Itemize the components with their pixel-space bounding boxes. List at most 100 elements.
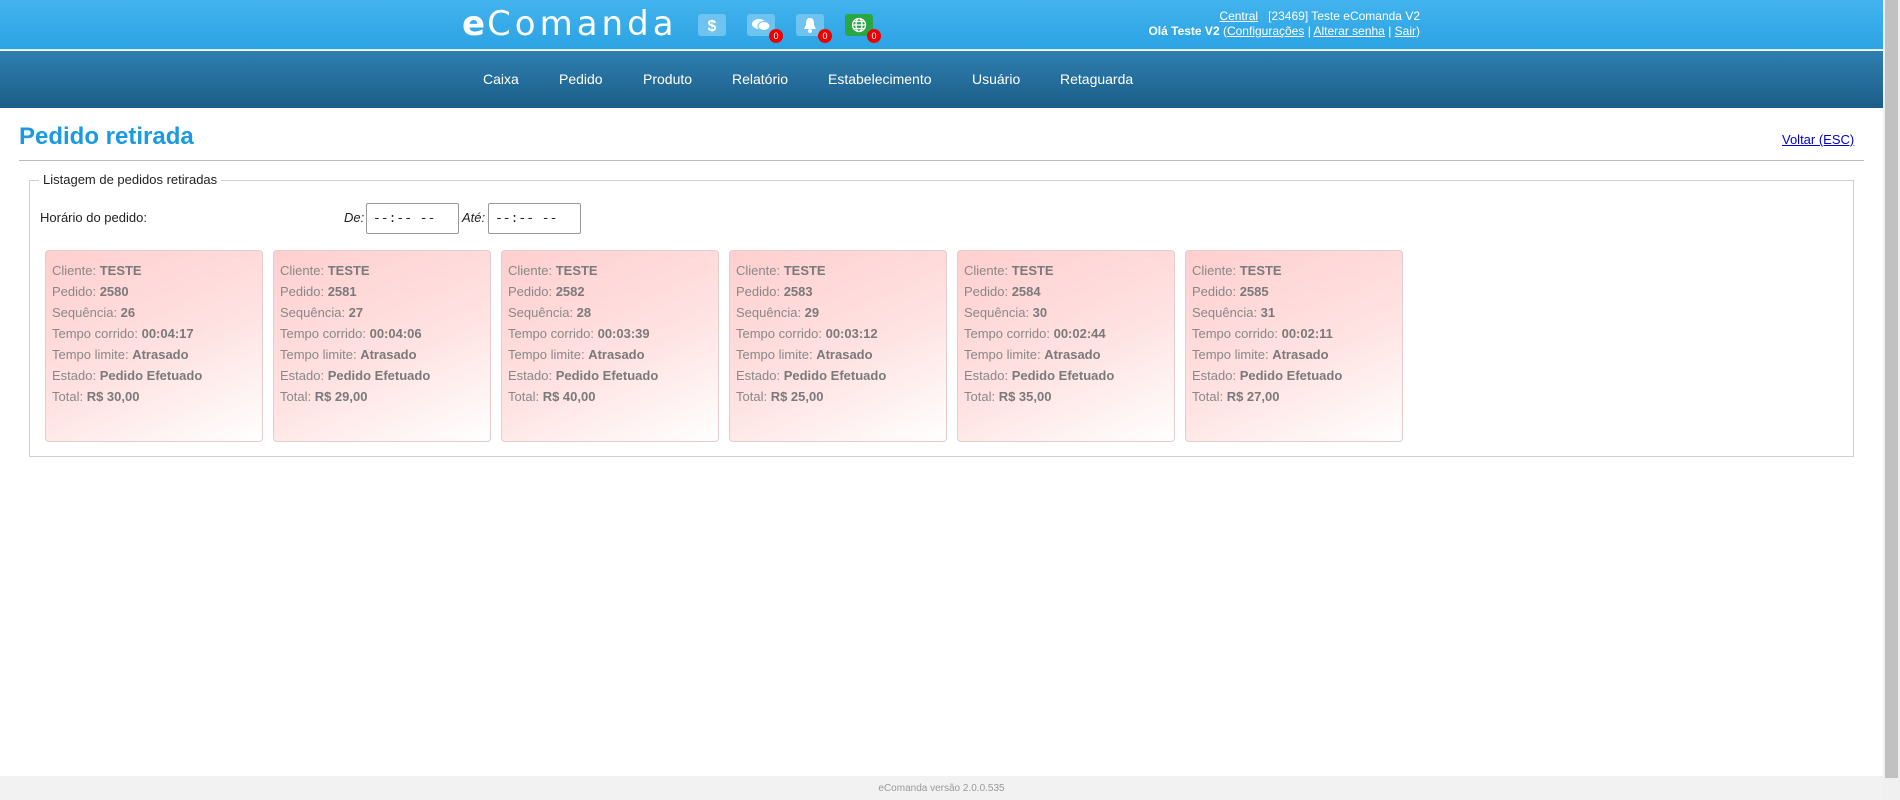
fieldset-legend: Listagem de pedidos retiradas: [39, 172, 222, 187]
order-limit-value: Atrasado: [588, 347, 645, 362]
order-client-value: TESTE: [327, 263, 370, 278]
order-order-row: Pedido: 2581: [280, 281, 490, 302]
nav-item-pedido[interactable]: Pedido: [559, 71, 603, 87]
order-client-label: Cliente:: [508, 263, 556, 278]
order-card[interactable]: Cliente: TESTE Pedido: 2583 Sequência: 29 T…: [729, 250, 947, 442]
order-order-label: Pedido:: [1192, 284, 1240, 299]
order-state-value: Pedido Efetuado: [1239, 368, 1343, 383]
order-order-label: Pedido:: [280, 284, 328, 299]
dollar-icon: $: [705, 16, 719, 34]
order-client-value: TESTE: [783, 263, 826, 278]
order-elapsed-value: 00:02:11: [1281, 326, 1333, 341]
order-elapsed-row: Tempo corrido: 00:02:11: [1192, 323, 1402, 344]
order-elapsed-value: 00:03:39: [597, 326, 650, 341]
order-client-label: Cliente:: [964, 263, 1012, 278]
top-header: eComanda $ 0 0 0 Central [23469] Teste e…: [0, 0, 1883, 50]
order-card[interactable]: Cliente: TESTE Pedido: 2582 Sequência: 28 T…: [501, 250, 719, 442]
greeting-line: Olá Teste V2 (Configurações | Alterar se…: [1148, 24, 1420, 38]
central-link[interactable]: Central: [1219, 9, 1258, 23]
order-total-label: Total:: [508, 389, 543, 404]
order-elapsed-label: Tempo corrido:: [508, 326, 598, 341]
order-order-row: Pedido: 2584: [964, 281, 1174, 302]
order-order-label: Pedido:: [52, 284, 100, 299]
order-sequence-value: 29: [804, 305, 820, 320]
order-elapsed-value: 00:04:06: [369, 326, 422, 341]
order-state-value: Pedido Efetuado: [327, 368, 431, 383]
order-sequence-value: 26: [120, 305, 136, 320]
order-total-row: Total: R$ 30,00: [52, 386, 262, 407]
order-client-row: Cliente: TESTE: [1192, 260, 1402, 281]
user-area: Central [23469] Teste eComanda V2 Olá Te…: [1120, 9, 1420, 39]
messages-button[interactable]: 0: [747, 14, 783, 43]
order-client-value: TESTE: [99, 263, 142, 278]
order-order-value: 2581: [327, 284, 357, 299]
order-card[interactable]: Cliente: TESTE Pedido: 2585 Sequência: 31 T…: [1185, 250, 1403, 442]
order-limit-row: Tempo limite: Atrasado: [508, 344, 718, 365]
order-limit-label: Tempo limite:: [508, 347, 589, 362]
change-password-link[interactable]: Alterar senha: [1313, 24, 1384, 38]
from-time-input[interactable]: --:-- --: [366, 203, 459, 234]
order-limit-row: Tempo limite: Atrasado: [964, 344, 1174, 365]
order-state-row: Estado: Pedido Efetuado: [508, 365, 718, 386]
main-nav: Caixa Pedido Produto Relatório Estabelec…: [0, 51, 1883, 108]
bell-icon: [803, 17, 817, 33]
online-button[interactable]: 0: [845, 14, 881, 43]
nav-item-retaguarda[interactable]: Retaguarda: [1060, 71, 1133, 87]
page-scrollbar[interactable]: [1883, 0, 1900, 800]
order-state-row: Estado: Pedido Efetuado: [1192, 365, 1402, 386]
globe-icon: [851, 17, 867, 33]
from-label: De:: [344, 210, 365, 225]
order-limit-label: Tempo limite:: [52, 347, 133, 362]
order-total-value: R$ 27,00: [1226, 389, 1280, 404]
to-time-input[interactable]: --:-- --: [488, 203, 581, 234]
order-elapsed-row: Tempo corrido: 00:04:17: [52, 323, 262, 344]
order-elapsed-value: 00:03:12: [825, 326, 878, 341]
order-state-row: Estado: Pedido Efetuado: [964, 365, 1174, 386]
order-elapsed-value: 00:04:17: [141, 326, 194, 341]
order-elapsed-row: Tempo corrido: 00:03:12: [736, 323, 946, 344]
order-total-row: Total: R$ 40,00: [508, 386, 718, 407]
nav-item-usuario[interactable]: Usuário: [972, 71, 1020, 87]
order-card[interactable]: Cliente: TESTE Pedido: 2580 Sequência: 26 T…: [45, 250, 263, 442]
order-total-value: R$ 30,00: [86, 389, 140, 404]
order-client-label: Cliente:: [52, 263, 100, 278]
order-elapsed-label: Tempo corrido:: [1192, 326, 1282, 341]
scrollbar-thumb[interactable]: [1885, 0, 1898, 778]
account-line: Central [23469] Teste eComanda V2: [1120, 9, 1420, 24]
back-link[interactable]: Voltar (ESC): [1782, 132, 1854, 147]
order-total-value: R$ 35,00: [998, 389, 1052, 404]
order-limit-row: Tempo limite: Atrasado: [736, 344, 946, 365]
order-total-row: Total: R$ 35,00: [964, 386, 1174, 407]
order-sequence-row: Sequência: 30: [964, 302, 1174, 323]
title-divider: [19, 160, 1864, 161]
order-state-label: Estado:: [52, 368, 100, 383]
nav-item-caixa[interactable]: Caixa: [483, 71, 519, 87]
config-link[interactable]: Configurações: [1227, 24, 1304, 38]
notifications-button[interactable]: 0: [796, 14, 832, 43]
order-sequence-label: Sequência:: [736, 305, 805, 320]
account-info: [23469] Teste eComanda V2: [1268, 9, 1420, 23]
order-sequence-row: Sequência: 29: [736, 302, 946, 323]
order-elapsed-row: Tempo corrido: 00:04:06: [280, 323, 490, 344]
order-card[interactable]: Cliente: TESTE Pedido: 2584 Sequência: 30 T…: [957, 250, 1175, 442]
order-order-label: Pedido:: [508, 284, 556, 299]
order-state-label: Estado:: [280, 368, 328, 383]
nav-item-relatorio[interactable]: Relatório: [732, 71, 788, 87]
order-sequence-value: 31: [1260, 305, 1276, 320]
order-state-row: Estado: Pedido Efetuado: [280, 365, 490, 386]
order-state-value: Pedido Efetuado: [783, 368, 887, 383]
order-state-label: Estado:: [508, 368, 556, 383]
order-limit-row: Tempo limite: Atrasado: [280, 344, 490, 365]
nav-item-produto[interactable]: Produto: [643, 71, 692, 87]
logout-link[interactable]: Sair: [1395, 24, 1416, 38]
order-order-row: Pedido: 2583: [736, 281, 946, 302]
order-card[interactable]: Cliente: TESTE Pedido: 2581 Sequência: 27 T…: [273, 250, 491, 442]
order-order-label: Pedido:: [964, 284, 1012, 299]
cashier-button[interactable]: $: [698, 14, 726, 36]
order-limit-label: Tempo limite:: [964, 347, 1045, 362]
nav-item-estabelecimento[interactable]: Estabelecimento: [828, 71, 932, 87]
svg-text:$: $: [708, 18, 717, 34]
order-elapsed-label: Tempo corrido:: [964, 326, 1054, 341]
app-logo[interactable]: eComanda: [462, 4, 678, 44]
chat-icon: [751, 17, 771, 33]
